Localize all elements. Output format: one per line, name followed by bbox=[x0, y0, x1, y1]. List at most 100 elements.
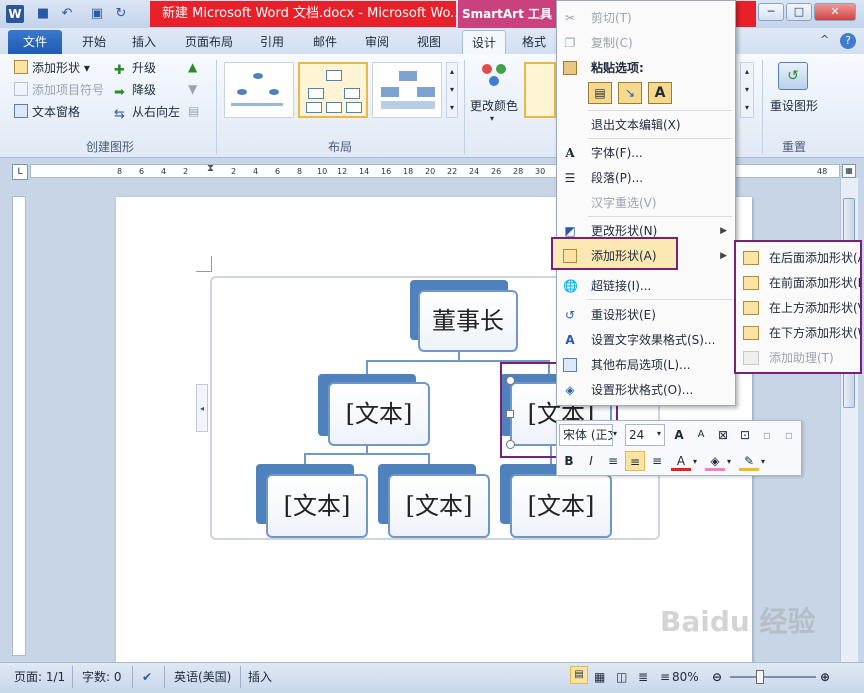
proofing-icon[interactable]: ✔ bbox=[142, 668, 152, 686]
menu-more-layout[interactable]: 其他布局选项(L)... bbox=[557, 353, 735, 377]
tab-design[interactable]: 设计 bbox=[462, 30, 506, 54]
paste-merge-icon[interactable]: ↘ bbox=[618, 82, 642, 104]
layout-option-1[interactable] bbox=[224, 62, 294, 118]
menu-text-effects[interactable]: A 设置文字效果格式(S)... bbox=[557, 328, 735, 352]
menu-hyperlink[interactable]: 🌐 超链接(I)... bbox=[557, 274, 735, 298]
change-colors-icon[interactable] bbox=[478, 62, 512, 92]
print-layout-view-icon[interactable]: ▤ bbox=[570, 666, 588, 684]
minimize-button[interactable]: ─ bbox=[758, 3, 784, 21]
menu-cut[interactable]: ✂ 剪切(T) bbox=[557, 6, 735, 30]
send-backward-icon[interactable]: ▫ bbox=[779, 425, 799, 445]
node-chairman[interactable]: 董事长 bbox=[418, 290, 518, 352]
ruler-toggle-icon[interactable]: ▦ bbox=[842, 164, 856, 178]
layout-option-org-chart[interactable] bbox=[298, 62, 368, 118]
shape-outline-icon[interactable]: ✎ bbox=[739, 451, 759, 471]
tab-home[interactable]: 开始 bbox=[72, 30, 116, 54]
format-painter-icon[interactable]: ⊠ bbox=[713, 425, 733, 445]
full-screen-view-icon[interactable]: ▦ bbox=[594, 668, 605, 686]
shape-fill-dropdown-icon[interactable]: ▾ bbox=[727, 457, 731, 466]
bring-forward-icon[interactable]: ▫ bbox=[757, 425, 777, 445]
status-word-count[interactable]: 字数: 0 bbox=[82, 668, 122, 686]
menu-font[interactable]: A 字体(F)... bbox=[557, 141, 735, 165]
node-bottom-3[interactable]: [文本] bbox=[510, 474, 612, 538]
status-language[interactable]: 英语(美国) bbox=[174, 668, 231, 686]
maximize-button[interactable]: □ bbox=[786, 3, 812, 21]
word-app-icon[interactable]: W bbox=[6, 5, 24, 23]
text-effects-icon[interactable]: ⊡ bbox=[735, 425, 755, 445]
font-name-dropdown-icon[interactable]: ▾ bbox=[613, 429, 617, 438]
bold-icon[interactable]: B bbox=[559, 451, 579, 471]
tab-format[interactable]: 格式 bbox=[514, 30, 554, 54]
font-color-dropdown-icon[interactable]: ▾ bbox=[693, 457, 697, 466]
tab-page-layout[interactable]: 页面布局 bbox=[176, 30, 242, 54]
status-insert-mode[interactable]: 插入 bbox=[248, 668, 272, 686]
node-bottom-1[interactable]: [文本] bbox=[266, 474, 368, 538]
add-bullet-button[interactable]: 添加项目符号 bbox=[14, 80, 104, 100]
reset-graphic-button[interactable]: 重设图形 bbox=[770, 96, 818, 116]
tab-file[interactable]: 文件 bbox=[8, 30, 62, 54]
add-shape-button[interactable]: 添加形状 ▾ bbox=[14, 58, 90, 78]
smartart-text-pane-toggle[interactable]: ◂ bbox=[196, 384, 208, 432]
font-size-dropdown-icon[interactable]: ▾ bbox=[657, 429, 661, 438]
tab-insert[interactable]: 插入 bbox=[122, 30, 166, 54]
demote-button[interactable]: ➡ 降级 bbox=[114, 80, 156, 100]
tab-view[interactable]: 视图 bbox=[407, 30, 451, 54]
tab-review[interactable]: 审阅 bbox=[355, 30, 399, 54]
zoom-slider-thumb[interactable] bbox=[756, 670, 764, 684]
save-icon[interactable]: ■ bbox=[34, 5, 52, 23]
vertical-ruler[interactable] bbox=[12, 196, 26, 656]
tab-selector[interactable]: L bbox=[12, 164, 28, 180]
change-colors-button[interactable]: 更改颜色 bbox=[470, 96, 518, 116]
align-center-icon[interactable]: ≡ bbox=[625, 451, 645, 471]
help-icon[interactable]: ? bbox=[840, 33, 856, 49]
tab-mailings[interactable]: 邮件 bbox=[303, 30, 347, 54]
zoom-level[interactable]: 80% bbox=[672, 668, 699, 686]
close-button[interactable]: ✕ bbox=[814, 3, 856, 21]
ribbon-collapse-icon[interactable]: ^ bbox=[820, 33, 829, 46]
node-bottom-2[interactable]: [文本] bbox=[388, 474, 490, 538]
layout-menu-icon[interactable]: ▤ bbox=[188, 104, 199, 118]
menu-copy[interactable]: ❐ 复制(C) bbox=[557, 31, 735, 55]
justify-icon[interactable]: ≡ bbox=[647, 451, 667, 471]
menu-format-shape[interactable]: ◈ 设置形状格式(O)... bbox=[557, 378, 735, 402]
zoom-slider[interactable] bbox=[730, 676, 816, 678]
grow-font-icon[interactable]: A bbox=[669, 425, 689, 445]
redo-icon[interactable]: ↻ bbox=[112, 5, 130, 23]
web-layout-view-icon[interactable]: ◫ bbox=[616, 668, 627, 686]
reset-graphic-icon[interactable]: ↺ bbox=[778, 62, 808, 90]
menu-exit-text-edit[interactable]: 退出文本编辑(X) bbox=[557, 113, 735, 137]
paste-text-only-icon[interactable]: A bbox=[648, 82, 672, 104]
move-up-icon[interactable]: ▲ bbox=[188, 60, 197, 74]
status-page[interactable]: 页面: 1/1 bbox=[14, 668, 65, 686]
style-gallery-item[interactable] bbox=[524, 62, 556, 118]
font-color-icon[interactable]: A bbox=[671, 451, 691, 471]
layout-option-3[interactable] bbox=[372, 62, 442, 118]
shrink-font-icon[interactable]: A bbox=[691, 425, 711, 445]
tab-references[interactable]: 引用 bbox=[250, 30, 294, 54]
move-down-icon[interactable]: ▼ bbox=[188, 82, 197, 96]
shape-fill-icon[interactable]: ◈ bbox=[705, 451, 725, 471]
menu-add-shape[interactable]: 添加形状(A) ▶ bbox=[557, 244, 735, 268]
paste-keep-format-icon[interactable]: ▤ bbox=[588, 82, 612, 104]
shape-outline-dropdown-icon[interactable]: ▾ bbox=[761, 457, 765, 466]
right-to-left-button[interactable]: ⇆ 从右向左 bbox=[114, 102, 180, 122]
align-left-icon[interactable]: ≡ bbox=[603, 451, 623, 471]
zoom-in-icon[interactable]: ⊕ bbox=[820, 668, 830, 686]
outline-view-icon[interactable]: ≣ bbox=[638, 668, 648, 686]
menu-reset-shape[interactable]: ↺ 重设形状(E) bbox=[557, 303, 735, 327]
menu-paragraph[interactable]: ☰ 段落(P)... bbox=[557, 166, 735, 190]
menu-hanzi-reselect[interactable]: 汉字重选(V) bbox=[557, 191, 735, 215]
style-gallery-scroll[interactable]: ▴ ▾ ▾ bbox=[740, 62, 754, 118]
print-preview-icon[interactable]: ▣ bbox=[88, 5, 106, 23]
text-pane-button[interactable]: 文本窗格 bbox=[14, 102, 80, 122]
undo-icon[interactable]: ↶ bbox=[58, 5, 76, 23]
font-name-field[interactable]: 宋体 (正文 bbox=[559, 424, 613, 446]
draft-view-icon[interactable]: ≡ bbox=[660, 668, 670, 686]
layout-gallery-scroll[interactable]: ▴ ▾ ▾ bbox=[446, 62, 458, 118]
change-colors-dropdown-icon[interactable]: ▾ bbox=[490, 114, 494, 123]
promote-button[interactable]: ✚ 升级 bbox=[114, 58, 156, 78]
italic-icon[interactable]: I bbox=[581, 451, 601, 471]
zoom-out-icon[interactable]: ⊖ bbox=[712, 668, 722, 686]
node-mid-left[interactable]: [文本] bbox=[328, 382, 430, 446]
ruler-indent-marker[interactable]: ⧗ bbox=[207, 163, 214, 174]
